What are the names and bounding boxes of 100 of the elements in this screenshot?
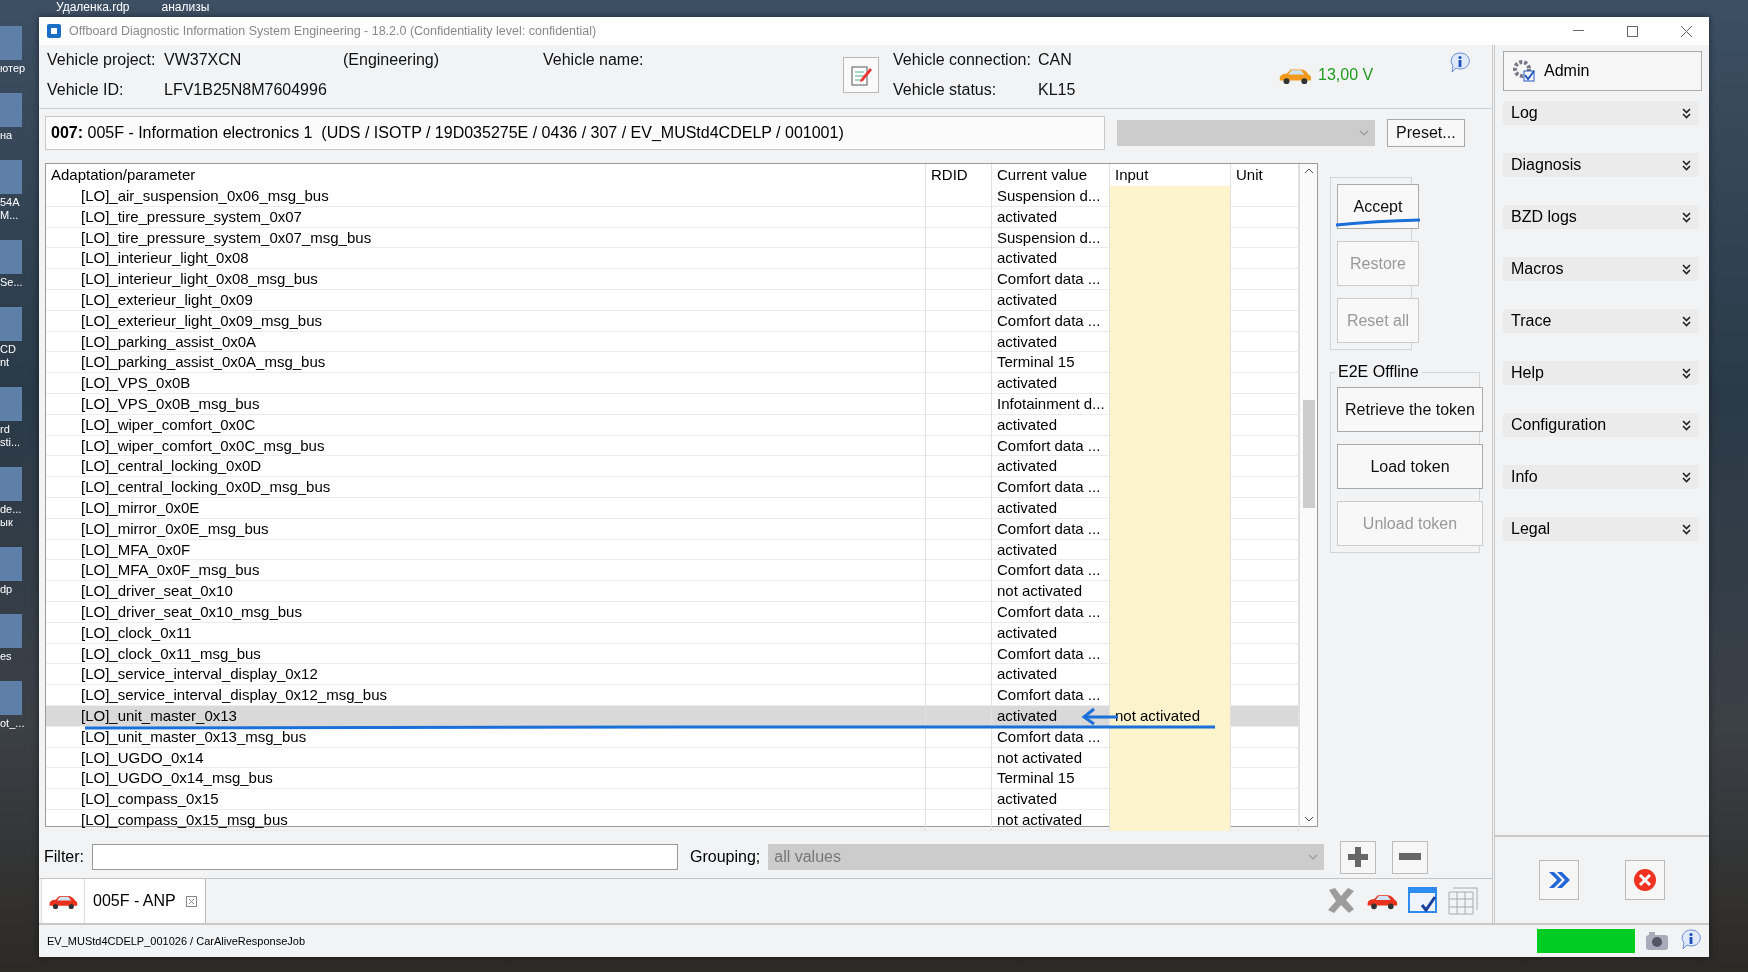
table-row[interactable]: [LO]_unit_master_0x13_msg_bus Comfort data ...	[46, 726, 1299, 748]
sidebar-item[interactable]: Legal	[1503, 517, 1699, 541]
table-cell: [LO]_exterieur_light_0x09_msg_bus	[46, 310, 926, 332]
grid-icon[interactable]	[1448, 887, 1478, 915]
filter-field[interactable]	[92, 844, 678, 870]
table-row[interactable]: [LO]_exterieur_light_0x09_msg_bus Comfort data ...	[46, 310, 1299, 332]
vehicle-tab[interactable]	[41, 879, 84, 923]
table-cell: [LO]_clock_0x11_msg_bus	[46, 643, 926, 665]
table-cell: [LO]_service_interval_display_0x12_msg_bus	[46, 685, 926, 706]
table-row[interactable]: [LO]_interieur_light_0x08_msg_bus Comfort data ...	[46, 269, 1299, 290]
table-row[interactable]: [LO]_tire_pressure_system_0x07 activated	[46, 206, 1299, 228]
table-row[interactable]: [LO]_compass_0x15 activated	[46, 789, 1299, 810]
token-button[interactable]: Load token	[1337, 444, 1483, 489]
desktop-icon[interactable]	[0, 681, 22, 715]
chevrons-down-icon	[1682, 471, 1691, 483]
field-value: LFV1B25N8M7604996	[164, 81, 328, 99]
table-row[interactable]: [LO]_UGDO_0x14_msg_bus Terminal 15	[46, 768, 1299, 790]
table-row[interactable]: [LO]_MFA_0x0F activated	[46, 539, 1299, 561]
desktop-icon[interactable]	[0, 547, 22, 581]
table-row[interactable]: [LO]_clock_0x11_msg_bus Comfort data ...	[46, 643, 1299, 665]
table-cell: [LO]_interieur_light_0x08_msg_bus	[46, 269, 926, 290]
desktop-icon-label: es	[0, 650, 13, 663]
column-header[interactable]: Adaptation/parameter	[46, 164, 926, 186]
table-cell: [LO]_tire_pressure_system_0x07	[46, 206, 926, 228]
table-row[interactable]: [LO]_driver_seat_0x10_msg_bus Comfort data ...	[46, 601, 1299, 623]
desktop-icon[interactable]	[0, 307, 22, 341]
table-row[interactable]: [LO]_VPS_0x0B_msg_bus Infotainment d...	[46, 393, 1299, 415]
info-icon[interactable]	[1679, 928, 1703, 952]
table-row[interactable]: [LO]_VPS_0x0B activated	[46, 373, 1299, 394]
input-cell[interactable]: not activated	[1110, 705, 1231, 727]
sidebar-item[interactable]: BZD logs	[1503, 205, 1699, 229]
table-row[interactable]: [LO]_interieur_light_0x08 activated	[46, 248, 1299, 270]
calendar-check-icon[interactable]	[1408, 887, 1438, 915]
desktop-icon[interactable]	[0, 467, 22, 501]
add-button[interactable]	[1340, 840, 1377, 874]
table-row[interactable]: [LO]_compass_0x15_msg_bus not activated	[46, 809, 1299, 831]
cross-tool-icon[interactable]	[1326, 887, 1356, 915]
desktop-icon-label: dp	[0, 583, 14, 596]
sidebar-item[interactable]: Info	[1503, 465, 1699, 489]
desktop-icon[interactable]	[0, 240, 22, 274]
column-header[interactable]: Input	[1110, 164, 1231, 186]
column-header[interactable]: Current value	[992, 164, 1110, 186]
table-row[interactable]: [LO]_clock_0x11 activated	[46, 622, 1299, 644]
edit-button[interactable]	[843, 57, 879, 93]
table-row[interactable]: [LO]_MFA_0x0F_msg_bus Comfort data ...	[46, 560, 1299, 582]
table-row[interactable]: [LO]_service_interval_display_0x12_msg_bus Comfort data ...	[46, 685, 1299, 706]
close-icon[interactable]	[1680, 25, 1692, 37]
table-cell: [LO]_compass_0x15	[46, 789, 926, 810]
table-row[interactable]: [LO]_parking_assist_0x0A_msg_bus Terminal 15	[46, 352, 1299, 374]
sidebar-item[interactable]: Diagnosis	[1503, 153, 1699, 177]
admin-button[interactable]: Admin	[1503, 51, 1702, 91]
input-cell[interactable]	[1110, 186, 1231, 207]
scrollbar-thumb[interactable]	[1302, 400, 1315, 508]
column-header[interactable]: Unit	[1231, 164, 1299, 186]
desktop-icon[interactable]	[0, 93, 22, 127]
minus-icon	[1399, 853, 1422, 861]
table-row[interactable]: [LO]_UGDO_0x14 not activated	[46, 747, 1299, 769]
table-row[interactable]: [LO]_mirror_0x0E_msg_bus Comfort data ...	[46, 518, 1299, 540]
desktop-icon[interactable]	[0, 614, 22, 648]
sidebar-item[interactable]: Configuration	[1503, 413, 1699, 437]
info-icon[interactable]	[1448, 51, 1472, 75]
desktop-icon[interactable]	[0, 26, 22, 60]
cancel-button[interactable]	[1625, 860, 1665, 900]
sidebar-item[interactable]: Log	[1503, 101, 1699, 125]
token-button[interactable]: Retrieve the token	[1337, 387, 1483, 432]
table-row[interactable]: [LO]_central_locking_0x0D activated	[46, 456, 1299, 478]
action-button[interactable]: Accept	[1337, 184, 1419, 229]
input-cell[interactable]	[1110, 809, 1231, 831]
tab[interactable]: 005F - ANP	[84, 879, 206, 923]
forward-button[interactable]	[1539, 860, 1579, 900]
desktop-icon-label: на	[0, 129, 14, 142]
sidebar-item[interactable]: Help	[1503, 361, 1699, 385]
table-row[interactable]: [LO]_parking_assist_0x0A activated	[46, 331, 1299, 353]
remove-button[interactable]	[1392, 840, 1429, 874]
table-cell: [LO]_tire_pressure_system_0x07_msg_bus	[46, 227, 926, 249]
table-row[interactable]: [LO]_service_interval_display_0x12 activated	[46, 664, 1299, 686]
close-tab-icon[interactable]	[185, 895, 197, 907]
table-row[interactable]: [LO]_wiper_comfort_0x0C_msg_bus Comfort data ...	[46, 435, 1299, 457]
table-row[interactable]: [LO]_mirror_0x0E activated	[46, 497, 1299, 519]
table-row[interactable]: [LO]_exterieur_light_0x09 activated	[46, 290, 1299, 311]
desktop-icon[interactable]	[0, 387, 22, 421]
table-row[interactable]: [LO]_driver_seat_0x10 not activated	[46, 581, 1299, 602]
table-cell: [LO]_central_locking_0x0D	[46, 456, 926, 478]
table-row[interactable]: [LO]_air_suspension_0x06_msg_bus Suspension d...	[46, 186, 1299, 207]
desktop-icon-label: ot_...	[0, 717, 26, 730]
desktop-icon-label: rd	[0, 423, 11, 436]
table-row[interactable]: [LO]_central_locking_0x0D_msg_bus Comfort data ...	[46, 477, 1299, 498]
desktop-icon-label: 54A	[0, 196, 21, 209]
table-row[interactable]: [LO]_unit_master_0x13 activated not activated	[46, 705, 1299, 727]
maximize-icon[interactable]	[1626, 25, 1638, 37]
minimize-icon[interactable]	[1572, 30, 1584, 32]
notepad-pencil-icon	[849, 63, 873, 87]
desktop-icon[interactable]	[0, 160, 22, 194]
sidebar-item[interactable]: Macros	[1503, 257, 1699, 281]
table-row[interactable]: [LO]_wiper_comfort_0x0C activated	[46, 414, 1299, 436]
sidebar-item[interactable]: Trace	[1503, 309, 1699, 333]
column-header[interactable]: RDID	[926, 164, 992, 186]
table-row[interactable]: [LO]_tire_pressure_system_0x07_msg_bus Suspension d...	[46, 227, 1299, 249]
camera-icon[interactable]	[1645, 931, 1669, 951]
preset-button[interactable]: Preset...	[1387, 119, 1465, 147]
